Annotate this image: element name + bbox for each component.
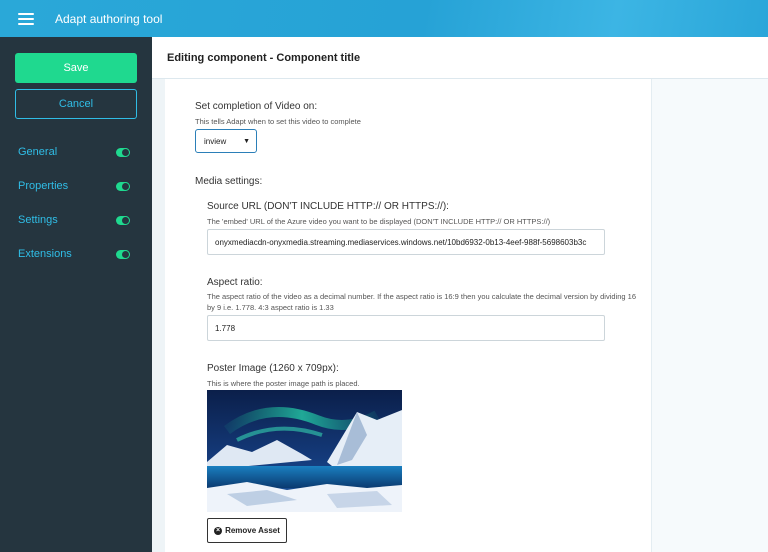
completion-label: Set completion of Video on: bbox=[195, 101, 318, 112]
poster-image bbox=[207, 390, 402, 512]
save-button[interactable]: Save bbox=[15, 53, 137, 83]
caret-down-icon: ▼ bbox=[243, 138, 250, 145]
completion-help: This tells Adapt when to set this video … bbox=[195, 117, 361, 126]
sidebar-item-settings[interactable]: Settings bbox=[18, 212, 130, 228]
source-url-input[interactable]: onyxmediacdn-onyxmedia.streaming.mediase… bbox=[207, 229, 605, 255]
aspect-ratio-input[interactable]: 1.778 bbox=[207, 315, 605, 341]
sidebar-item-label: Settings bbox=[18, 214, 58, 226]
toggle-icon[interactable] bbox=[116, 181, 130, 191]
right-pane bbox=[651, 79, 768, 552]
app-title: Adapt authoring tool bbox=[55, 11, 163, 26]
remove-asset-button[interactable]: × Remove Asset bbox=[207, 518, 287, 543]
sidebar-item-label: Properties bbox=[18, 180, 69, 192]
sidebar-item-label: General bbox=[18, 146, 58, 158]
toggle-icon[interactable] bbox=[116, 249, 130, 259]
cancel-button[interactable]: Cancel bbox=[15, 89, 137, 119]
poster-help: This is where the poster image path is p… bbox=[207, 379, 360, 388]
toggle-icon[interactable] bbox=[116, 215, 130, 225]
page-header: Editing component - Component title bbox=[152, 37, 768, 79]
form-panel: Set completion of Video on: This tells A… bbox=[165, 79, 651, 552]
toggle-icon[interactable] bbox=[116, 147, 130, 157]
top-bar: Adapt authoring tool bbox=[0, 0, 768, 37]
aspect-ratio-help: The aspect ratio of the video as a decim… bbox=[207, 292, 636, 312]
sidebar: Save Cancel General Properties Settings … bbox=[0, 37, 152, 552]
sidebar-item-general[interactable]: General bbox=[18, 144, 130, 160]
completion-select[interactable]: inview ▼ bbox=[195, 129, 257, 153]
source-url-label: Source URL (DON'T INCLUDE HTTP:// OR HTT… bbox=[207, 201, 449, 212]
menu-icon[interactable] bbox=[18, 12, 34, 25]
page-title: Editing component - Component title bbox=[167, 51, 361, 64]
sidebar-item-properties[interactable]: Properties bbox=[18, 178, 130, 194]
media-settings-label: Media settings: bbox=[195, 176, 263, 187]
main-content: Set completion of Video on: This tells A… bbox=[152, 79, 768, 552]
sidebar-item-label: Extensions bbox=[18, 248, 72, 260]
aspect-ratio-label: Aspect ratio: bbox=[207, 277, 263, 288]
remove-asset-label: Remove Asset bbox=[225, 526, 280, 535]
remove-icon: × bbox=[214, 526, 223, 535]
sidebar-item-extensions[interactable]: Extensions bbox=[18, 246, 130, 262]
poster-label: Poster Image (1260 x 709px): bbox=[207, 363, 339, 374]
source-url-help: The 'embed' URL of the Azure video you w… bbox=[207, 217, 551, 226]
completion-select-value: inview bbox=[204, 136, 227, 146]
